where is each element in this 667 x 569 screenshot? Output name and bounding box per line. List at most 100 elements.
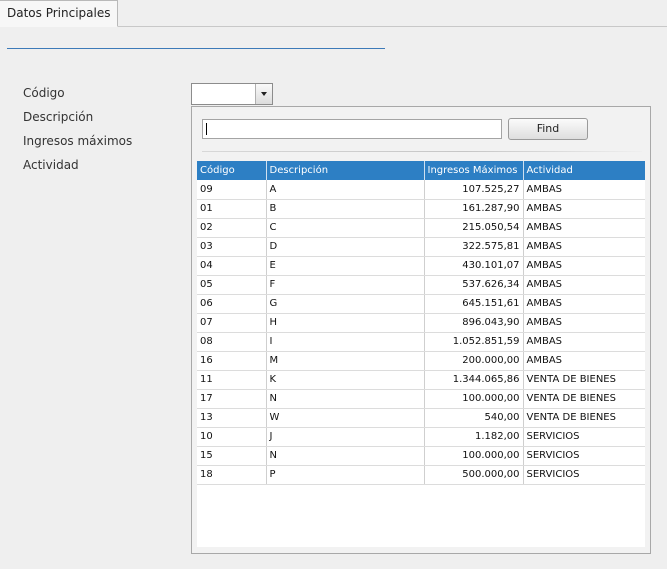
cell-actividad: AMBAS — [523, 294, 645, 314]
cell-descripcion: I — [266, 332, 425, 352]
cell-descripcion: P — [266, 465, 425, 485]
cell-actividad: AMBAS — [523, 256, 645, 276]
table-header-row: Código Descripción Ingresos Máximos Acti… — [197, 161, 645, 180]
cell-ingresos-maximos: 1.344.065,86 — [424, 370, 524, 390]
cell-ingresos-maximos: 200.000,00 — [424, 351, 524, 371]
table-row[interactable]: 18 P 500.000,00 SERVICIOS — [197, 465, 645, 485]
table-row[interactable]: 10 J 1.182,00 SERVICIOS — [197, 427, 645, 447]
table-row[interactable]: 17 N 100.000,00 VENTA DE BIENES — [197, 389, 645, 409]
codigo-label: Código — [23, 86, 65, 100]
cell-ingresos-maximos: 107.525,27 — [424, 180, 524, 200]
table-row[interactable]: 15 N 100.000,00 SERVICIOS — [197, 446, 645, 466]
cell-actividad: VENTA DE BIENES — [523, 389, 645, 409]
table-row[interactable]: 08 I 1.052.851,59 AMBAS — [197, 332, 645, 352]
table-row[interactable]: 06 G 645.151,61 AMBAS — [197, 294, 645, 314]
cell-actividad: SERVICIOS — [523, 427, 645, 447]
table-row[interactable]: 16 M 200.000,00 AMBAS — [197, 351, 645, 371]
table-row[interactable]: 09 A 107.525,27 AMBAS — [197, 180, 645, 200]
cell-codigo: 17 — [197, 389, 267, 409]
cell-codigo: 01 — [197, 199, 267, 219]
lookup-table: Código Descripción Ingresos Máximos Acti… — [197, 161, 645, 485]
cell-codigo: 13 — [197, 408, 267, 428]
table-row[interactable]: 05 F 537.626,34 AMBAS — [197, 275, 645, 295]
cell-codigo: 02 — [197, 218, 267, 238]
cell-codigo: 15 — [197, 446, 267, 466]
cell-actividad: AMBAS — [523, 351, 645, 371]
cell-descripcion: F — [266, 275, 425, 295]
table-row[interactable]: 01 B 161.287,90 AMBAS — [197, 199, 645, 219]
cell-actividad: AMBAS — [523, 313, 645, 333]
dropdown-button[interactable] — [255, 84, 272, 104]
cell-ingresos-maximos: 537.626,34 — [424, 275, 524, 295]
table-row[interactable]: 13 W 540,00 VENTA DE BIENES — [197, 408, 645, 428]
chevron-down-icon — [261, 92, 267, 96]
cell-ingresos-maximos: 540,00 — [424, 408, 524, 428]
table-row[interactable]: 11 K 1.344.065,86 VENTA DE BIENES — [197, 370, 645, 390]
cell-codigo: 11 — [197, 370, 267, 390]
column-header-descripcion[interactable]: Descripción — [266, 161, 425, 180]
cell-codigo: 05 — [197, 275, 267, 295]
cell-codigo: 06 — [197, 294, 267, 314]
cell-actividad: SERVICIOS — [523, 446, 645, 466]
cell-descripcion: N — [266, 389, 425, 409]
cell-descripcion: C — [266, 218, 425, 238]
cell-ingresos-maximos: 161.287,90 — [424, 199, 524, 219]
cell-actividad: AMBAS — [523, 180, 645, 200]
cell-descripcion: M — [266, 351, 425, 371]
cell-descripcion: W — [266, 408, 425, 428]
descripcion-label: Descripción — [23, 110, 94, 124]
cell-codigo: 04 — [197, 256, 267, 276]
cell-codigo: 10 — [197, 427, 267, 447]
cell-codigo: 03 — [197, 237, 267, 257]
popup-separator — [202, 151, 642, 152]
cell-codigo: 07 — [197, 313, 267, 333]
cell-ingresos-maximos: 100.000,00 — [424, 446, 524, 466]
cell-descripcion: D — [266, 237, 425, 257]
cell-codigo: 09 — [197, 180, 267, 200]
find-button[interactable]: Find — [508, 118, 588, 140]
actividad-label: Actividad — [23, 158, 79, 172]
cell-actividad: SERVICIOS — [523, 465, 645, 485]
codigo-combobox[interactable] — [191, 83, 273, 105]
cell-descripcion: E — [266, 256, 425, 276]
text-caret — [206, 123, 207, 135]
cell-actividad: VENTA DE BIENES — [523, 408, 645, 428]
cell-descripcion: K — [266, 370, 425, 390]
search-input[interactable] — [202, 119, 502, 139]
cell-ingresos-maximos: 500.000,00 — [424, 465, 524, 485]
cell-descripcion: B — [266, 199, 425, 219]
cell-descripcion: G — [266, 294, 425, 314]
column-header-ingresos-maximos[interactable]: Ingresos Máximos — [424, 161, 524, 180]
cell-ingresos-maximos: 1.182,00 — [424, 427, 524, 447]
cell-ingresos-maximos: 100.000,00 — [424, 389, 524, 409]
cell-ingresos-maximos: 645.151,61 — [424, 294, 524, 314]
column-header-actividad[interactable]: Actividad — [523, 161, 645, 180]
cell-codigo: 08 — [197, 332, 267, 352]
table-row[interactable]: 03 D 322.575,81 AMBAS — [197, 237, 645, 257]
cell-descripcion: A — [266, 180, 425, 200]
cell-codigo: 16 — [197, 351, 267, 371]
lookup-grid[interactable]: Código Descripción Ingresos Máximos Acti… — [197, 161, 645, 547]
ingresos-maximos-label: Ingresos máximos — [23, 134, 133, 148]
lookup-popup: Find Código Descripción Ingresos Máximos… — [191, 106, 651, 554]
cell-actividad: AMBAS — [523, 332, 645, 352]
section-divider — [7, 48, 385, 49]
table-row[interactable]: 02 C 215.050,54 AMBAS — [197, 218, 645, 238]
cell-ingresos-maximos: 430.101,07 — [424, 256, 524, 276]
cell-ingresos-maximos: 1.052.851,59 — [424, 332, 524, 352]
tab-datos-principales[interactable]: Datos Principales — [0, 0, 118, 27]
cell-actividad: AMBAS — [523, 199, 645, 219]
tab-strip: Datos Principales — [0, 0, 667, 27]
cell-actividad: VENTA DE BIENES — [523, 370, 645, 390]
cell-codigo: 18 — [197, 465, 267, 485]
column-header-codigo[interactable]: Código — [197, 161, 267, 180]
table-row[interactable]: 04 E 430.101,07 AMBAS — [197, 256, 645, 276]
cell-ingresos-maximos: 322.575,81 — [424, 237, 524, 257]
cell-actividad: AMBAS — [523, 237, 645, 257]
cell-actividad: AMBAS — [523, 275, 645, 295]
table-row[interactable]: 07 H 896.043,90 AMBAS — [197, 313, 645, 333]
cell-descripcion: J — [266, 427, 425, 447]
cell-actividad: AMBAS — [523, 218, 645, 238]
cell-descripcion: N — [266, 446, 425, 466]
cell-ingresos-maximos: 215.050,54 — [424, 218, 524, 238]
